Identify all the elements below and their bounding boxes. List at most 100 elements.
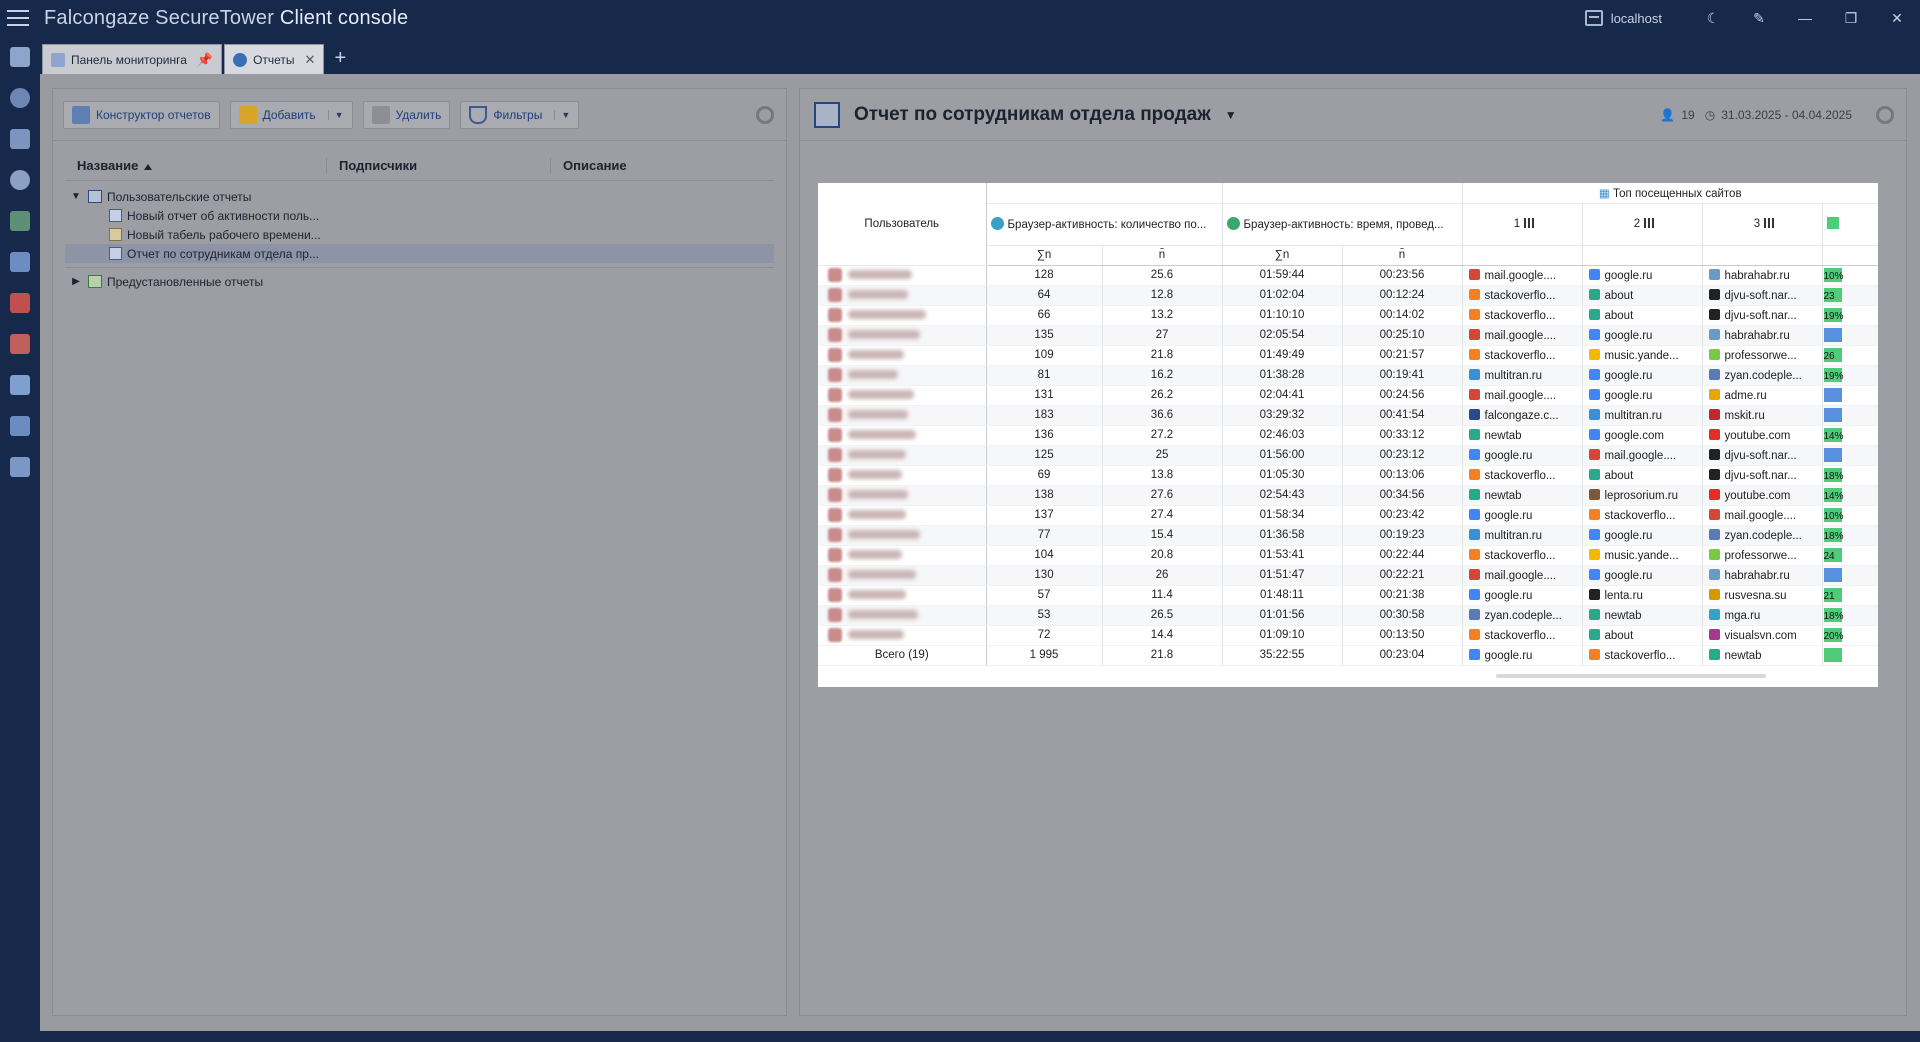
site-cell[interactable]: google.ru	[1462, 585, 1583, 606]
user-cell-redacted[interactable]	[818, 365, 987, 386]
site-cell[interactable]: falcongaze.c...	[1462, 405, 1583, 426]
site-cell[interactable]: lenta.ru	[1582, 585, 1703, 606]
computer-icon[interactable]	[0, 446, 40, 487]
audit-icon[interactable]	[0, 241, 40, 282]
chevron-down-icon[interactable]: ▼	[554, 109, 570, 120]
user-cell-redacted[interactable]	[818, 485, 987, 506]
site-cell[interactable]: google.ru	[1462, 445, 1583, 466]
table-row[interactable]: 69 13.8 01:05:30 00:13:06 stackoverflo... abo…	[818, 465, 1878, 486]
site-cell[interactable]: google.ru	[1582, 265, 1703, 286]
site-cell[interactable]: adme.ru	[1702, 385, 1823, 406]
user-cell-redacted[interactable]	[818, 545, 987, 566]
site-cell[interactable]: visualsvn.com	[1702, 625, 1823, 646]
user-cell-redacted[interactable]	[818, 585, 987, 606]
user-cell-redacted[interactable]	[818, 625, 987, 646]
site-cell[interactable]: djvu-soft.nar...	[1702, 445, 1823, 466]
site-cell[interactable]: google.ru	[1462, 505, 1583, 526]
user-cell-redacted[interactable]	[818, 305, 987, 326]
search-icon[interactable]	[0, 77, 40, 118]
chevron-down-icon[interactable]: ▼	[327, 109, 344, 120]
site-cell[interactable]: google.ru	[1462, 644, 1583, 666]
site-cell[interactable]: mail.google....	[1702, 505, 1823, 526]
table-row[interactable]: 64 12.8 01:02:04 00:12:24 stackoverflo... abo…	[818, 285, 1878, 306]
site-cell[interactable]: about	[1582, 285, 1703, 306]
delete-report-button[interactable]: Удалить	[362, 100, 451, 129]
column-name-header[interactable]: Название	[65, 158, 327, 173]
tab-reports[interactable]: Отчеты ✕	[224, 44, 325, 74]
site-cell[interactable]: stackoverflo...	[1462, 305, 1583, 326]
site-cell[interactable]: newtab	[1462, 425, 1583, 446]
site-cell[interactable]: google.ru	[1582, 525, 1703, 546]
site-cell[interactable]: professorwe...	[1702, 545, 1823, 566]
rank-2-header[interactable]: 2	[1582, 203, 1703, 246]
tree-item-report-selected[interactable]: Отчет по сотрудникам отдела пр...	[65, 244, 774, 263]
table-row[interactable]: 77 15.4 01:36:58 00:19:23 multitran.ru google…	[818, 525, 1878, 546]
site-cell[interactable]: stackoverflo...	[1462, 285, 1583, 306]
table-row[interactable]: 72 14.4 01:09:10 00:13:50 stackoverflo... abo…	[818, 625, 1878, 646]
site-cell[interactable]: newtab	[1462, 485, 1583, 506]
table-row[interactable]: 135 27 02:05:54 00:25:10 mail.google.... goog…	[818, 325, 1878, 346]
site-cell[interactable]: mail.google....	[1582, 445, 1703, 466]
column-subscribers-header[interactable]: Подписчики	[327, 158, 551, 173]
column-browser-time-header[interactable]: Браузер-активность: время, провед...	[1222, 203, 1463, 246]
user-cell-redacted[interactable]	[818, 405, 987, 426]
tree-item-report[interactable]: Новый табель рабочего времени...	[65, 225, 774, 244]
site-cell[interactable]: habrahabr.ru	[1702, 325, 1823, 346]
user-cell-redacted[interactable]	[818, 505, 987, 526]
site-cell[interactable]: stackoverflo...	[1582, 505, 1703, 526]
site-cell[interactable]: google.com	[1582, 425, 1703, 446]
table-row[interactable]: 57 11.4 01:48:11 00:21:38 google.ru lenta.ru r…	[818, 585, 1878, 606]
tree-group-preset-reports[interactable]: ▶ Предустановленные отчеты	[65, 272, 774, 291]
site-cell[interactable]: stackoverflo...	[1462, 465, 1583, 486]
analysis-icon[interactable]	[0, 118, 40, 159]
table-row[interactable]: 104 20.8 01:53:41 00:22:44 stackoverflo... mu…	[818, 545, 1878, 566]
minimize-button[interactable]: —	[1782, 0, 1828, 36]
site-cell[interactable]: stackoverflo...	[1462, 345, 1583, 366]
user-cell-redacted[interactable]	[818, 525, 987, 546]
table-row[interactable]: 183 36.6 03:29:32 00:41:54 falcongaze.c... mu…	[818, 405, 1878, 426]
add-tab-button[interactable]: +	[326, 47, 356, 74]
pin-icon[interactable]: 📌	[197, 52, 213, 68]
table-row[interactable]: 137 27.4 01:58:34 00:23:42 google.ru stackove…	[818, 505, 1878, 526]
table-row[interactable]: 81 16.2 01:38:28 00:19:41 multitran.ru google…	[818, 365, 1878, 386]
site-cell[interactable]: djvu-soft.nar...	[1702, 305, 1823, 326]
feedback-icon[interactable]: ✎	[1736, 0, 1782, 36]
site-cell[interactable]: zyan.codeple...	[1462, 605, 1583, 626]
avg-header[interactable]: n̄	[1102, 245, 1223, 266]
table-row[interactable]: 138 27.6 02:54:43 00:34:56 newtab leprosorium…	[818, 485, 1878, 506]
site-cell[interactable]: youtube.com	[1702, 425, 1823, 446]
user-cell-redacted[interactable]	[818, 445, 987, 466]
security-icon[interactable]	[0, 323, 40, 364]
user-cell-redacted[interactable]	[818, 345, 987, 366]
column-user-header[interactable]: Пользователь	[818, 183, 987, 266]
site-cell[interactable]: mail.google....	[1462, 265, 1583, 286]
site-cell[interactable]: newtab	[1702, 644, 1823, 666]
filters-button[interactable]: Фильтры ▼	[460, 100, 580, 129]
date-range[interactable]: 31.03.2025 - 04.04.2025	[1721, 108, 1852, 122]
site-cell[interactable]: habrahabr.ru	[1702, 265, 1823, 286]
user-cell-redacted[interactable]	[818, 285, 987, 306]
site-cell[interactable]: stackoverflo...	[1462, 625, 1583, 646]
site-cell[interactable]: stackoverflo...	[1462, 545, 1583, 566]
site-cell[interactable]: google.ru	[1582, 325, 1703, 346]
site-cell[interactable]: about	[1582, 465, 1703, 486]
tree-item-report[interactable]: Новый отчет об активности поль...	[65, 206, 774, 225]
user-search-icon[interactable]	[0, 159, 40, 200]
user-cell-redacted[interactable]	[818, 425, 987, 446]
table-row[interactable]: 131 26.2 02:04:41 00:24:56 mail.google.... go…	[818, 385, 1878, 406]
site-cell[interactable]: mga.ru	[1702, 605, 1823, 626]
site-cell[interactable]: mskit.ru	[1702, 405, 1823, 426]
archive-icon[interactable]	[0, 405, 40, 446]
user-cell-redacted[interactable]	[818, 325, 987, 346]
rank-1-header[interactable]: 1	[1462, 203, 1583, 246]
site-cell[interactable]: youtube.com	[1702, 485, 1823, 506]
site-cell[interactable]: multitran.ru	[1582, 405, 1703, 426]
site-cell[interactable]: mail.google....	[1462, 565, 1583, 586]
restore-button[interactable]: ❐	[1828, 0, 1874, 36]
close-icon[interactable]: ✕	[305, 52, 316, 68]
site-cell[interactable]: professorwe...	[1702, 345, 1823, 366]
horizontal-scrollbar[interactable]	[986, 672, 1878, 680]
sum-header[interactable]: ∑n	[1222, 245, 1343, 266]
column-browser-count-header[interactable]: Браузер-активность: количество по...	[986, 203, 1223, 246]
site-cell[interactable]: music.yande...	[1582, 345, 1703, 366]
